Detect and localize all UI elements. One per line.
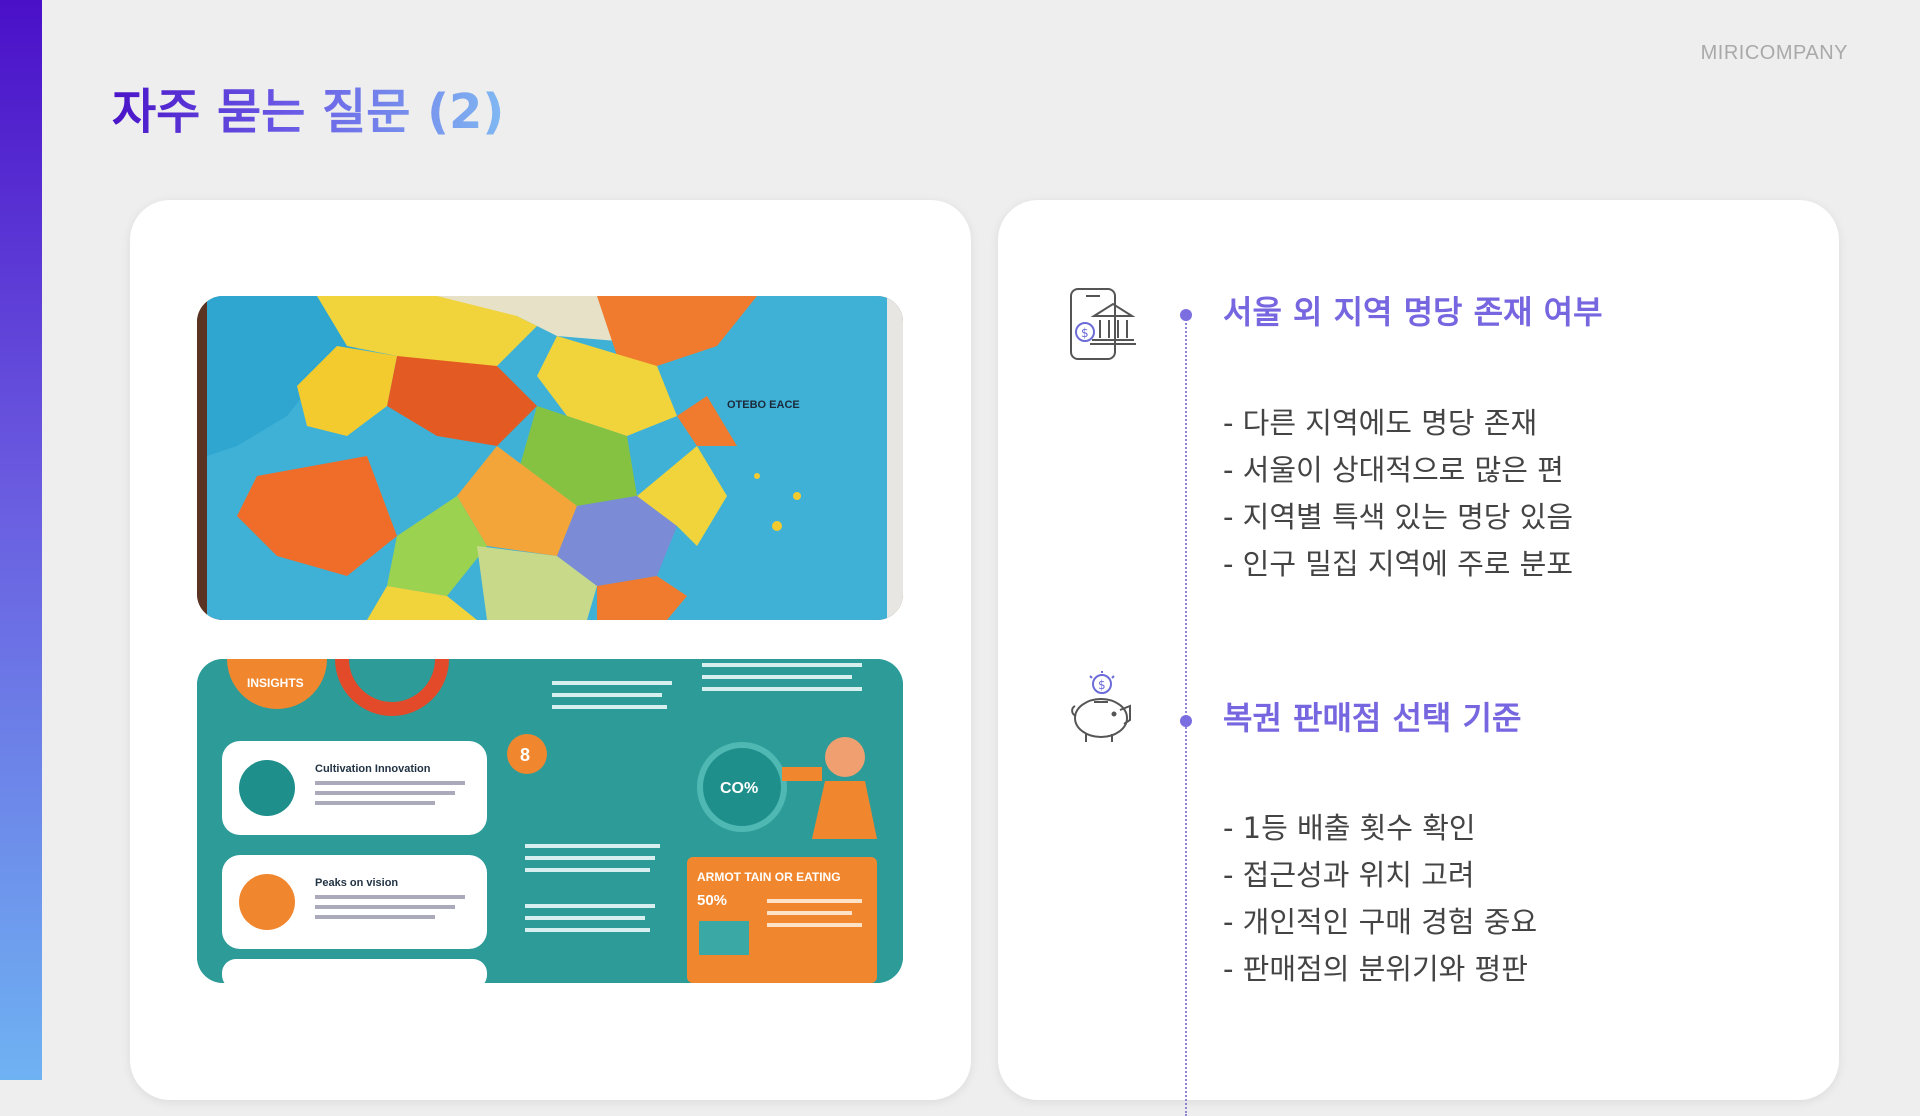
section-heading: 서울 외 지역 명당 존재 여부: [1223, 293, 1603, 331]
bullet-item: - 서울이 상대적으로 많은 편: [1223, 453, 1564, 487]
section-heading: 복권 판매점 선택 기준: [1223, 699, 1522, 737]
bullet-item: - 다른 지역에도 명당 존재: [1223, 406, 1538, 440]
bullet-item: - 개인적인 구매 경험 중요: [1223, 905, 1538, 939]
left-accent-bar: [0, 0, 42, 1080]
bullet-item: - 1등 배출 횟수 확인: [1223, 811, 1476, 845]
bullet-item: - 지역별 특색 있는 명당 있음: [1223, 500, 1574, 534]
info-badge-text: INSIGHTS: [247, 676, 304, 690]
timeline-dot: [1180, 715, 1192, 727]
piggy-bank-icon: $: [1068, 670, 1140, 746]
bullet-list: - 다른 지역에도 명당 존재 - 서울이 상대적으로 많은 편 - 지역별 특…: [1223, 400, 1573, 588]
info-orange-value: 50%: [697, 892, 727, 909]
info-orange-title: ARMOT TAIN OR EATING: [697, 870, 841, 884]
info-box2-title: Peaks on vision: [315, 877, 398, 889]
bullet-list: - 1등 배출 횟수 확인 - 접근성과 위치 고려 - 개인적인 구매 경험 …: [1223, 805, 1537, 993]
bullet-item: - 인구 밀집 지역에 주로 분포: [1223, 547, 1574, 581]
bank-phone-icon: $: [1068, 286, 1140, 362]
bullet-item: - 접근성과 위치 고려: [1223, 858, 1475, 892]
korea-map-image: OTEBO EACE: [197, 296, 903, 620]
info-box1-title: Cultivation Innovation: [315, 763, 431, 775]
brand-label: MIRICOMPANY: [1700, 42, 1848, 64]
map-label: OTEBO EACE: [727, 399, 800, 411]
info-number-badge: 8: [520, 745, 530, 765]
bullet-item: - 판매점의 분위기와 평판: [1223, 952, 1528, 986]
faq-card: $ 서울 외 지역 명당 존재 여부 - 다른 지역에도 명당 존재 - 서울이…: [998, 200, 1839, 1116]
image-card: OTEBO EACE INSIGHTS Cultivation Innovati…: [130, 200, 971, 1100]
svg-text:$: $: [1081, 326, 1089, 340]
timeline-dot: [1180, 309, 1192, 321]
lottery-infographic-image: INSIGHTS Cultivation Innovation Peaks on…: [197, 659, 903, 983]
info-circle-label: CO%: [720, 780, 758, 797]
page-title: 자주 묻는 질문 (2): [112, 80, 504, 144]
svg-text:$: $: [1098, 678, 1106, 692]
